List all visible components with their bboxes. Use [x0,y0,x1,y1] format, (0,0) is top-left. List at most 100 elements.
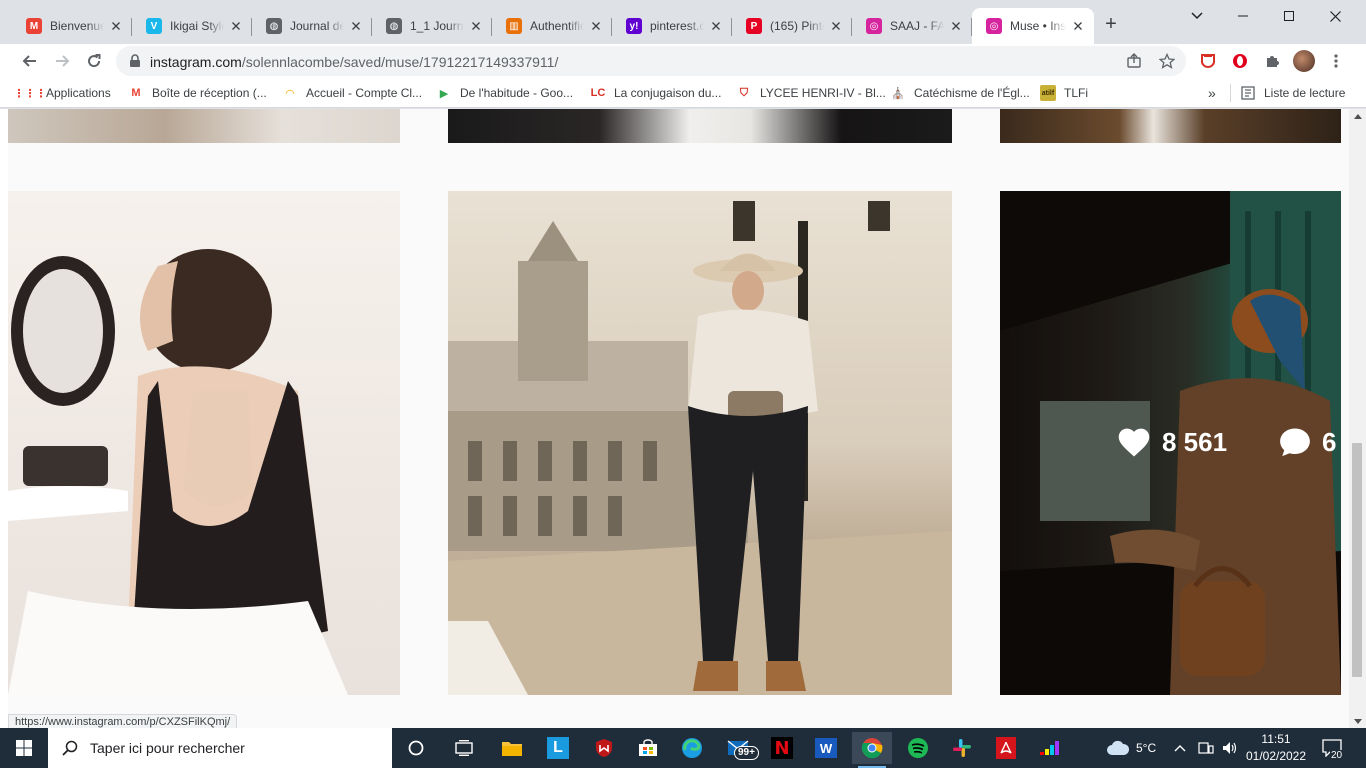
show-hidden-icons-button[interactable] [1174,728,1186,768]
acrobat-icon [996,737,1016,759]
post-thumbnail[interactable] [1000,109,1341,143]
system-clock[interactable]: 11:51 01/02/2022 [1244,731,1308,765]
tab-close-button[interactable] [948,18,964,34]
spotify-button[interactable] [898,732,938,764]
task-view-button[interactable] [444,732,484,764]
chrome-menu-button[interactable] [1324,49,1348,73]
bookmark-item[interactable]: ⛉ LYCEE HENRI-IV - Bl... [736,84,886,102]
taskbar-search-input[interactable]: Taper ici pour rechercher [48,728,392,768]
back-button[interactable] [18,49,42,73]
close-icon [232,22,240,30]
bookmark-label: Accueil - Compte Cl... [306,86,423,100]
bookmark-item[interactable]: ◠ Accueil - Compte Cl... [282,84,422,102]
tab[interactable]: V Ikigai Style [132,8,252,44]
chrome-taskbar-button[interactable] [852,732,892,768]
folder-icon [502,742,522,756]
bookmark-star-button[interactable] [1157,51,1177,71]
tab-close-button[interactable] [228,18,244,34]
reading-list-button[interactable]: Liste de lecture [1240,84,1345,102]
network-tray-button[interactable] [1198,728,1214,768]
volume-tray-button[interactable] [1222,728,1238,768]
tab[interactable]: P (165) Pinte [732,8,852,44]
post-thumbnail[interactable] [448,109,952,143]
bookmark-item[interactable]: M Boîte de réception (... [128,84,266,102]
mcafee-button[interactable] [584,732,624,764]
tab-close-button[interactable] [108,18,124,34]
bookmark-item[interactable]: LC La conjugaison du... [590,84,722,102]
opera-extension-button[interactable] [1228,49,1252,73]
acrobat-glyph-icon [1000,741,1012,754]
tab-title: 1_1 Journa [410,19,464,33]
bookmarks-overflow-button[interactable]: » [1208,84,1216,102]
conjugaison-icon: LC [590,87,606,99]
share-button[interactable] [1124,51,1144,71]
deezer-button[interactable] [1030,732,1070,764]
scroll-up-arrow[interactable] [1349,109,1366,123]
tab-close-button[interactable] [828,18,844,34]
opera-icon [1233,54,1247,68]
maximize-button[interactable] [1266,0,1312,32]
shield-extension-icon [1200,54,1216,69]
edge-button[interactable] [672,732,712,764]
scrollbar-thumb[interactable] [1352,443,1362,677]
close-window-button[interactable] [1312,0,1358,32]
bookmark-item[interactable]: ⋮⋮⋮ Applications [14,84,111,102]
mail-badge: 99+ [734,746,759,760]
lock-icon[interactable] [128,54,142,68]
tab-close-button[interactable] [588,18,604,34]
globe-icon: ◍ [386,18,402,34]
tab-close-button[interactable] [1070,18,1086,34]
post-thumbnail[interactable] [8,109,400,143]
close-icon [952,22,960,30]
minimize-button[interactable] [1220,0,1266,32]
triangle-up-icon [1353,113,1362,119]
tab-active[interactable]: ◎ Muse • Ins [972,8,1094,44]
file-explorer-button[interactable] [492,732,532,764]
tab-close-button[interactable] [468,18,484,34]
start-button[interactable] [0,728,48,768]
bookmarks-divider [1230,84,1231,102]
bookmark-item[interactable]: atilf TLFi [1040,84,1088,102]
loop-icon: ◠ [285,87,295,100]
post-thumbnail[interactable] [448,191,952,695]
address-bar[interactable]: instagram.com/solennlacombe/saved/muse/1… [116,46,1186,76]
tab-close-button[interactable] [708,18,724,34]
cortana-button[interactable] [396,732,436,764]
bookmark-item[interactable]: ▶ De l'habitude - Goo... [436,84,573,102]
profile-avatar-button[interactable] [1292,49,1316,73]
post-thumbnail[interactable] [8,191,400,695]
tab[interactable]: ◎ SAAJ - FAI [852,8,972,44]
lexibook-app-button[interactable]: L [538,732,578,764]
tab[interactable]: ▥ Authentific [492,8,612,44]
slack-button[interactable] [942,732,982,764]
word-button[interactable]: W [806,732,846,764]
globe-icon: ◍ [266,18,282,34]
acrobat-button[interactable] [986,732,1026,764]
extension-shield-button[interactable] [1196,49,1220,73]
bookmark-item[interactable]: ⛪ Catéchisme de l'Égl... [890,84,1030,102]
likes-value: 8 561 [1162,426,1228,457]
close-icon [712,22,720,30]
tab[interactable]: y! pinterest.c [612,8,732,44]
tab[interactable]: ◍ Journal de [252,8,372,44]
avatar [1293,50,1315,72]
windows-taskbar: Taper ici pour rechercher L 99+ N W 5°C … [0,728,1366,768]
tab[interactable]: M Bienvenue [12,8,132,44]
tab[interactable]: ◍ 1_1 Journa [372,8,492,44]
notification-center-button[interactable]: 20 [1322,728,1344,768]
weather-widget[interactable]: 5°C [1106,728,1156,768]
tab-close-button[interactable] [348,18,364,34]
new-tab-button[interactable]: + [1100,14,1122,36]
reload-button[interactable] [82,49,106,73]
mail-button[interactable]: 99+ [718,732,759,764]
netflix-button[interactable]: N [762,732,802,764]
tab-search-button[interactable] [1174,0,1220,32]
scroll-down-arrow[interactable] [1349,714,1366,728]
forward-button[interactable] [50,49,74,73]
microsoft-store-button[interactable] [628,732,668,764]
clock-time: 11:51 [1261,732,1291,746]
slack-icon [953,739,971,757]
triangle-down-icon [1353,718,1362,724]
url-text[interactable]: instagram.com/solennlacombe/saved/muse/1… [150,54,558,70]
extensions-button[interactable] [1260,49,1284,73]
